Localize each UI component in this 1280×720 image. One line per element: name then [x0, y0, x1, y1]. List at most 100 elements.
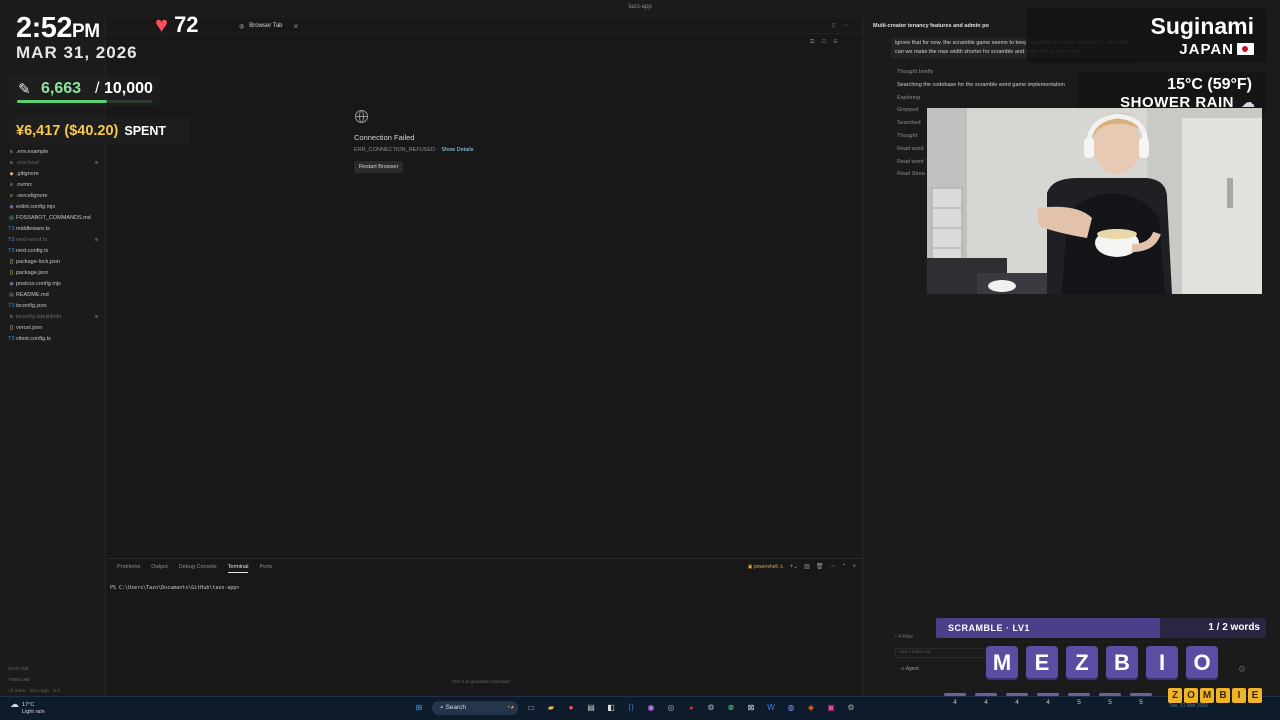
panel-tabs: Problems Output Debug Console Terminal Ports [117, 564, 272, 573]
scramble-letter-tile: B [1106, 646, 1138, 680]
file-item[interactable]: {} vercel.json [0, 322, 106, 333]
cursor-icon[interactable]: ◧ [604, 701, 618, 715]
file-item[interactable]: TS vitest.config.ts [0, 333, 106, 344]
slot-number: 4 [984, 699, 988, 706]
steam-icon[interactable]: ⚙ [704, 701, 718, 715]
taskbar-weather[interactable]: ☁ 17°C Light rain [10, 699, 45, 716]
brave-icon[interactable]: ◈ [804, 701, 818, 715]
slot-line [1037, 693, 1059, 696]
add-terminal-icon[interactable]: +⌄ [790, 563, 799, 570]
answer-letter-tile: O [1184, 688, 1198, 703]
answer-slot: 4 [975, 693, 997, 706]
vscode-icon[interactable]: ⟨⟩ [624, 701, 638, 715]
file-item[interactable]: TS middleware.ts [0, 223, 106, 234]
timeline-section[interactable]: TIMELINE [8, 677, 30, 682]
tab-terminal[interactable]: Terminal [227, 564, 249, 573]
agent-step[interactable]: Thought briefly [897, 69, 1065, 82]
revealed-answer: ZOMBIE [1168, 688, 1262, 703]
cloud-icon: ☁ [10, 699, 19, 709]
file-item[interactable]: ▤ FOSSABOT_COMMANDS.md [0, 212, 106, 223]
file-type-icon: ≡ [10, 313, 13, 320]
slot-line [975, 693, 997, 696]
file-item[interactable]: ≡ .vercelignore [0, 190, 106, 201]
close-panel-icon[interactable]: × [852, 564, 856, 570]
file-item[interactable]: ≡ .env.local [0, 157, 106, 168]
search-icon: ⌕ [440, 704, 444, 711]
error-code: ERR_CONNECTION_REFUSED [354, 147, 435, 153]
firefox-icon[interactable]: ● [564, 701, 578, 715]
steps-goal: 10,000 [104, 80, 153, 97]
chat-title[interactable]: Multi-creator tenancy features and admin… [873, 23, 989, 29]
agent-mode-selector[interactable]: ∞ Agent [901, 666, 919, 672]
file-type-icon: ≡ [10, 148, 13, 155]
trash-icon[interactable]: 🗑 [816, 563, 824, 570]
status-project[interactable]: tazo-app [30, 688, 49, 693]
tab-debug-console[interactable]: Debug Console [179, 564, 217, 573]
terminal-prompt[interactable]: PS C:\Users\Tazo\Documents\GitHub\tazo-a… [110, 585, 239, 591]
file-item[interactable]: ≡ .env.example [0, 146, 106, 157]
discord-icon[interactable]: ◍ [784, 701, 798, 715]
file-item[interactable]: ≡ .nvmrc [0, 179, 106, 190]
github-icon[interactable]: ◎ [664, 701, 678, 715]
branch-icon: ⎇ [8, 688, 15, 693]
shell-selector[interactable]: ▣ powershell ⚠ [748, 564, 784, 570]
answer-letter-tile: I [1232, 688, 1246, 703]
browser-toolbar-icons[interactable]: ⧉ ⊡ ⊟ ⋯ [810, 39, 854, 46]
file-type-icon: TS [8, 247, 15, 254]
file-type-icon: ≡ [10, 159, 13, 166]
agent-step[interactable]: Searching the codebase for the scramble … [897, 82, 1065, 95]
files-changed[interactable]: › 4 Files [895, 634, 913, 640]
file-item[interactable]: TS next.config.ts [0, 245, 106, 256]
media-icon[interactable]: ▣ [824, 701, 838, 715]
file-item[interactable]: TS next-env.d.ts [0, 234, 106, 245]
outline-section[interactable]: OUTLINE [8, 666, 29, 671]
agent-step[interactable]: Exploring [897, 95, 1065, 108]
windows-start-icon[interactable]: ⊞ [412, 701, 426, 715]
editor-layout-icons[interactable]: ▯ ⋯ [832, 22, 852, 29]
app-icon[interactable]: ⊠ [744, 701, 758, 715]
file-item[interactable]: ◆ .gitignore [0, 168, 106, 179]
file-item[interactable]: {} package-lock.json [0, 256, 106, 267]
file-name: tsconfig.json [16, 302, 47, 309]
split-icon[interactable]: ▥ [804, 563, 810, 570]
status-errors[interactable]: 0 0 [53, 688, 60, 693]
terminal-actions: ▣ powershell ⚠ +⌄ ▥ 🗑 ⋯ ⌃ × [748, 563, 856, 571]
chrome-icon[interactable]: ◕ [684, 701, 698, 715]
file-item[interactable]: ≡ tsconfig.tsbuildinfo [0, 311, 106, 322]
word-icon[interactable]: W [764, 701, 778, 715]
settings-icon[interactable]: ⚙ [844, 701, 858, 715]
answer-letter-tile: B [1216, 688, 1230, 703]
file-item[interactable]: ◉ eslint.config.mjs [0, 201, 106, 212]
close-icon[interactable]: × [294, 22, 299, 31]
file-item[interactable]: TS tsconfig.json [0, 300, 106, 311]
maximize-icon[interactable]: ⌃ [841, 563, 846, 570]
xbox-icon[interactable]: ⊗ [724, 701, 738, 715]
file-name: FOSSABOT_COMMANDS.md [16, 214, 91, 221]
scramble-title: SCRAMBLE · LV1 [948, 623, 1030, 633]
notepad-icon[interactable]: ▤ [584, 701, 598, 715]
status-branch[interactable]: main [15, 688, 26, 693]
spent-yen: ¥6,417 [16, 123, 61, 139]
file-explorer-icon[interactable]: ▰ [544, 701, 558, 715]
file-item[interactable]: ◉ postcss.config.mjs [0, 278, 106, 289]
file-name: .vercelignore [16, 192, 48, 199]
answer-slot: 4 [944, 693, 966, 706]
show-details-link[interactable]: Show Details [441, 147, 473, 153]
scramble-letter-tile: M [986, 646, 1018, 680]
taskbar-search[interactable]: ⌕ Search ◔◕ [432, 701, 518, 715]
tab-browser[interactable]: ◍ Browser Tab × [239, 18, 298, 34]
task-view-icon[interactable]: ▭ [524, 701, 538, 715]
japan-flag-icon [1237, 43, 1254, 55]
file-item[interactable]: ▤ README.md [0, 289, 106, 300]
answer-slot: 5 [1130, 693, 1152, 706]
tab-problems[interactable]: Problems [117, 564, 140, 573]
more-icon[interactable]: ⋯ [829, 563, 835, 570]
tab-output[interactable]: Output [151, 564, 168, 573]
taskbar-apps: ⊞ ⌕ Search ◔◕ ▭ ▰ ● ▤ ◧ ⟨⟩ ◉ ◎ ◕ ⚙ ⊗ ⊠ W … [412, 701, 858, 715]
file-item[interactable]: {} package.json [0, 267, 106, 278]
restart-browser-button[interactable]: Restart Browser [354, 161, 404, 173]
tab-label: Browser Tab [249, 23, 283, 29]
obs-icon[interactable]: ◉ [644, 701, 658, 715]
file-name: .gitignore [16, 170, 39, 177]
tab-ports[interactable]: Ports [259, 564, 272, 573]
